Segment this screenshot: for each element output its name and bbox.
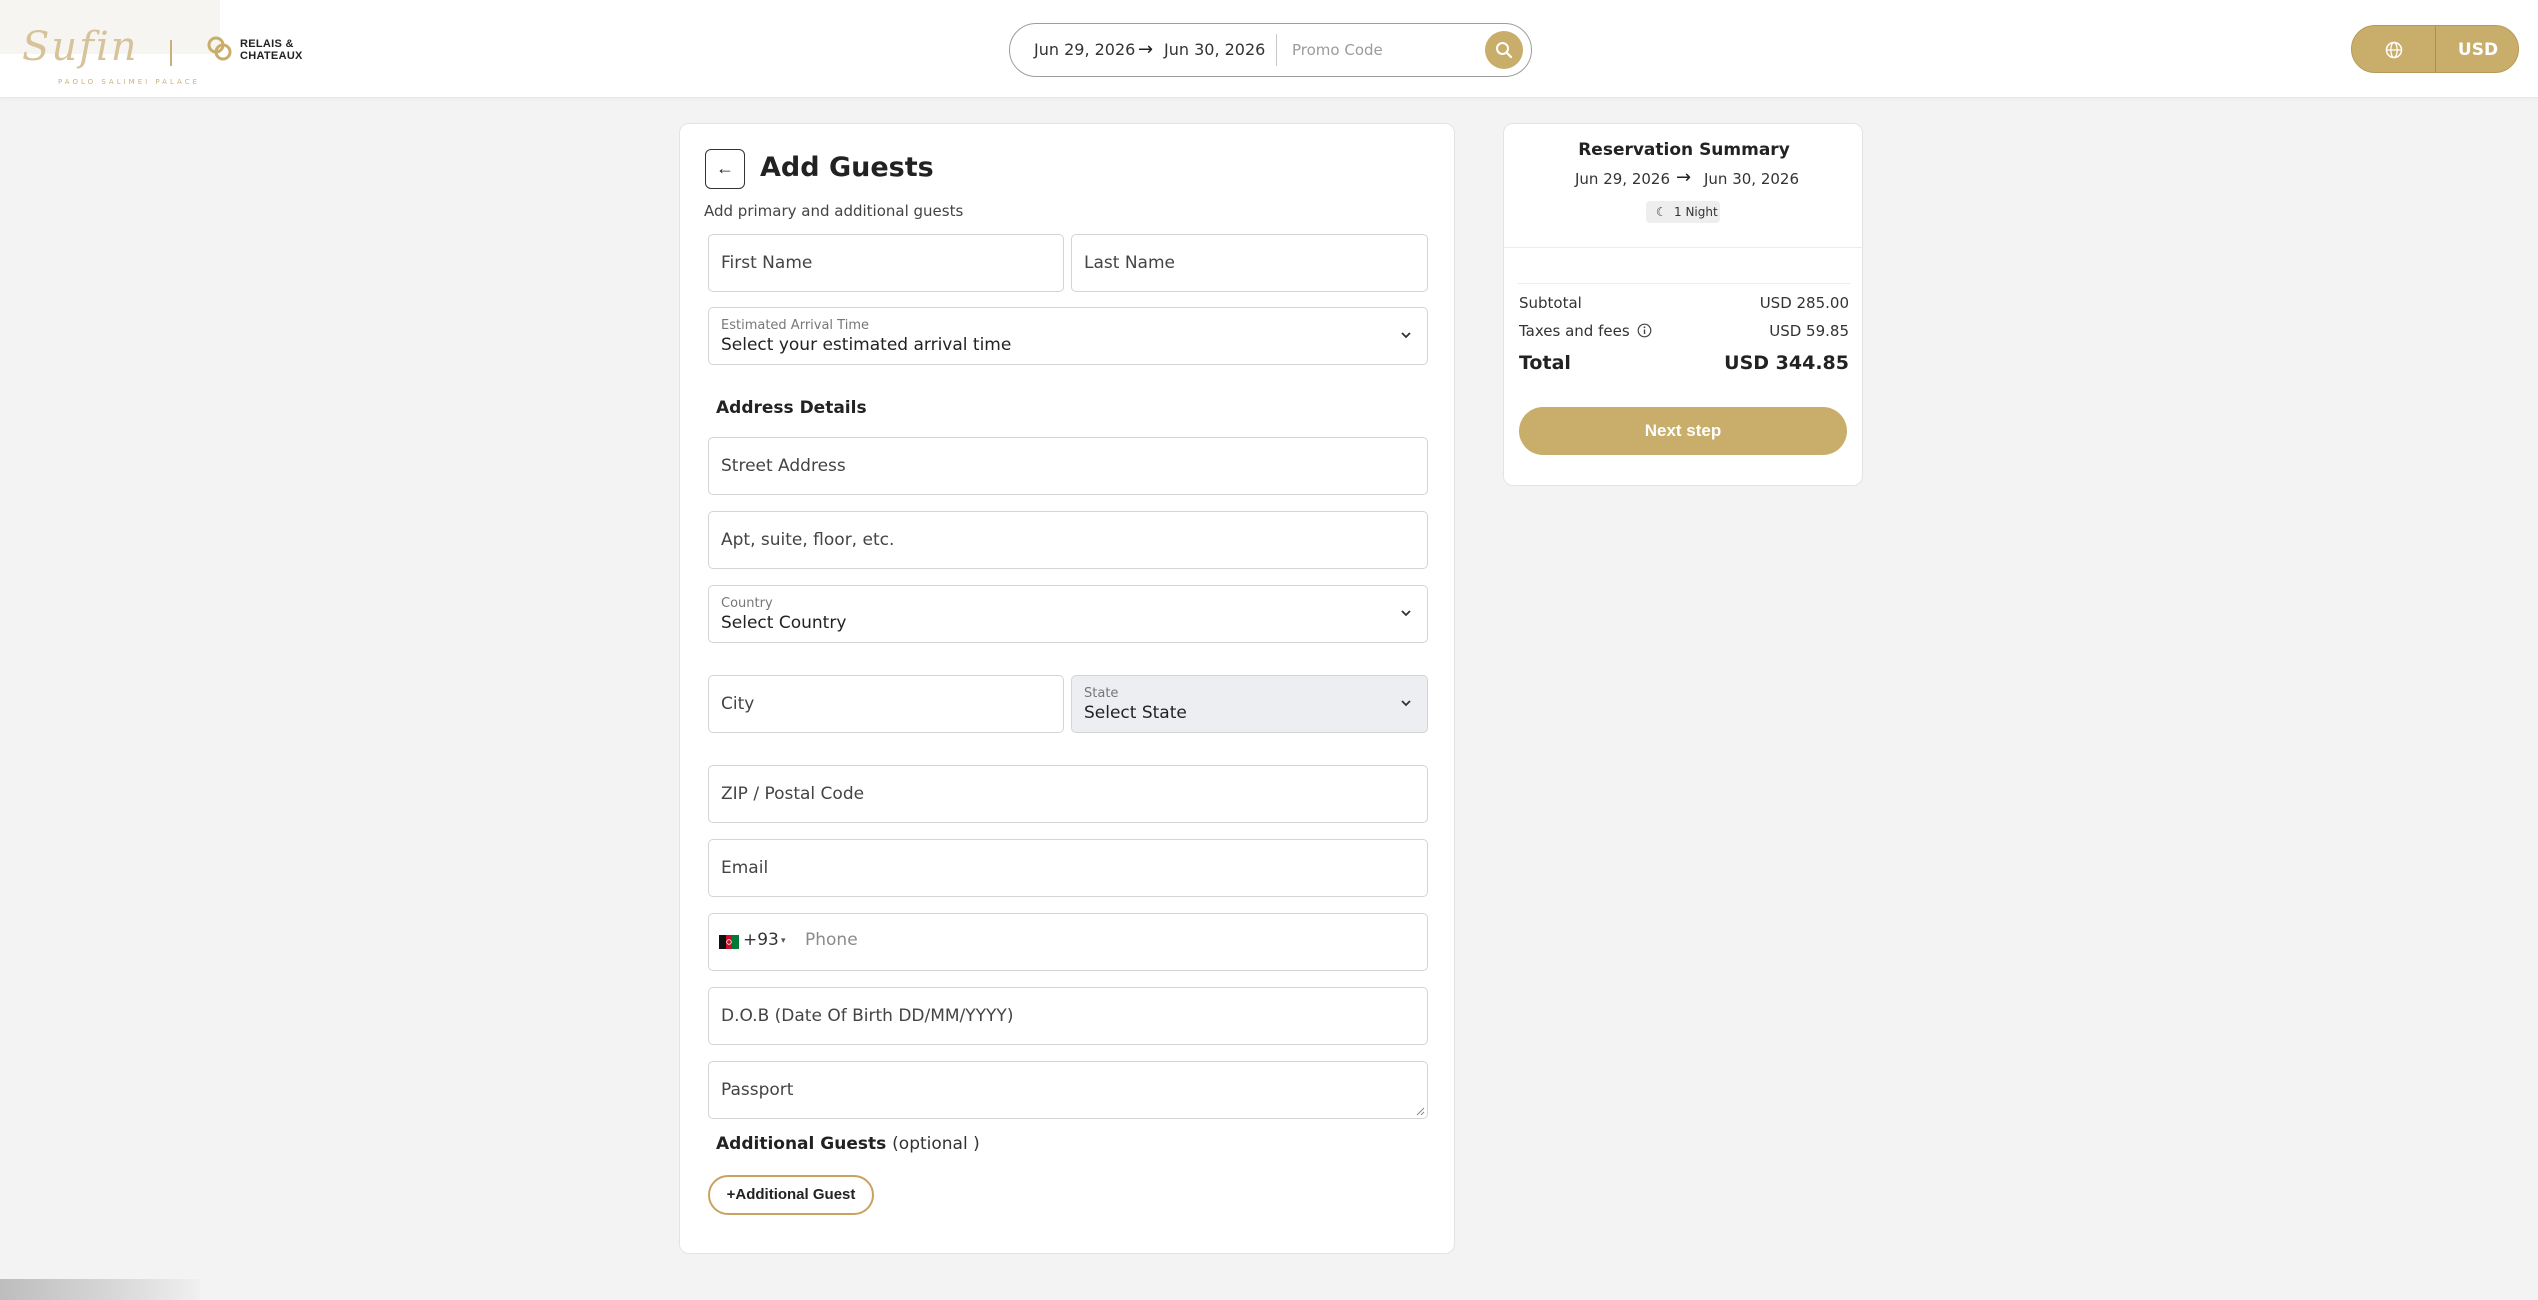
optional-label: (optional ) — [892, 1134, 980, 1154]
country-label: Country — [721, 596, 773, 611]
arrival-time-value: Select your estimated arrival time — [721, 335, 1012, 355]
search-divider — [1276, 34, 1277, 66]
arrival-time-label: Estimated Arrival Time — [721, 318, 869, 333]
phone-field[interactable]: +93 ▾ Phone — [708, 913, 1428, 971]
last-name-field[interactable]: Last Name — [1071, 234, 1428, 292]
summary-divider — [1518, 283, 1850, 284]
city-field[interactable]: City — [708, 675, 1064, 733]
language-button[interactable] — [2352, 26, 2436, 72]
street-address-placeholder: Street Address — [721, 456, 846, 476]
additional-guests-title: Additional Guests — [716, 1134, 887, 1154]
bottom-scroll-shadow — [0, 1279, 200, 1300]
moon-icon: ☾ — [1656, 205, 1667, 219]
resize-handle-icon[interactable] — [1415, 1106, 1425, 1116]
chevron-down-icon — [1401, 332, 1411, 339]
date-search-bar[interactable]: Jun 29, 2026 → Jun 30, 2026 — [1009, 23, 1532, 77]
flag-afghanistan-icon[interactable] — [719, 935, 739, 949]
state-value: Select State — [1084, 703, 1187, 723]
promo-code-input[interactable] — [1292, 34, 1482, 66]
nights-badge: ☾ 1 Night — [1646, 201, 1720, 223]
checkout-date[interactable]: Jun 30, 2026 — [1164, 40, 1265, 59]
relais-chateaux-icon — [207, 36, 232, 61]
currency-button[interactable]: USD — [2436, 26, 2518, 72]
page-subtitle: Add primary and additional guests — [704, 202, 964, 220]
subtotal-label: Subtotal — [1519, 294, 1582, 312]
hotel-logo[interactable]: Sufin PAOLO SALIMEI PALACE RELAIS & CHATE… — [0, 0, 320, 98]
dob-field[interactable]: D.O.B (Date Of Birth DD/MM/YYYY) — [708, 987, 1428, 1045]
summary-arrow-icon: → — [1676, 167, 1692, 188]
add-additional-guest-button[interactable]: +Additional Guest — [708, 1175, 874, 1215]
first-name-placeholder: First Name — [721, 253, 813, 273]
phone-country-code[interactable]: +93 — [743, 930, 779, 950]
chevron-down-icon — [1401, 700, 1411, 707]
address-details-heading: Address Details — [716, 398, 867, 418]
back-arrow-icon: ← — [716, 158, 734, 178]
email-field[interactable]: Email — [708, 839, 1428, 897]
zip-code-field[interactable]: ZIP / Postal Code — [708, 765, 1428, 823]
passport-placeholder: Passport — [721, 1080, 794, 1100]
arrival-time-select[interactable]: Estimated Arrival Time Select your estim… — [708, 307, 1428, 365]
globe-icon — [2385, 41, 2403, 59]
date-arrow-icon: → — [1138, 39, 1154, 60]
state-select[interactable]: State Select State — [1071, 675, 1428, 733]
next-step-button[interactable]: Next step — [1519, 407, 1847, 455]
checkin-date[interactable]: Jun 29, 2026 — [1034, 40, 1135, 59]
nights-count: 1 Night — [1674, 205, 1718, 219]
relais-chateaux-text: RELAIS & CHATEAUX — [240, 38, 303, 62]
summary-title: Reservation Summary — [1578, 140, 1790, 160]
zip-code-placeholder: ZIP / Postal Code — [721, 784, 865, 804]
apt-suite-placeholder: Apt, suite, floor, etc. — [721, 530, 895, 550]
top-header: Sufin PAOLO SALIMEI PALACE RELAIS & CHATE… — [0, 0, 2538, 98]
language-currency-toggle: USD — [2351, 25, 2519, 73]
chevron-down-icon — [1401, 610, 1411, 617]
taxes-label: Taxes and fees — [1519, 322, 1630, 340]
passport-field[interactable]: Passport — [708, 1061, 1428, 1119]
taxes-label-wrap: Taxes and fees — [1519, 322, 1652, 340]
apt-suite-field[interactable]: Apt, suite, floor, etc. — [708, 511, 1428, 569]
state-label: State — [1084, 686, 1119, 701]
additional-guests-heading: Additional Guests (optional ) — [716, 1134, 980, 1154]
country-value: Select Country — [721, 613, 847, 633]
city-placeholder: City — [721, 694, 755, 714]
logo-divider — [170, 40, 172, 66]
summary-divider — [1504, 247, 1864, 248]
page-title: Add Guests — [760, 152, 934, 183]
total-value: USD 344.85 — [1724, 352, 1849, 374]
country-select[interactable]: Country Select Country — [708, 585, 1428, 643]
street-address-field[interactable]: Street Address — [708, 437, 1428, 495]
guest-form-card: ← Add Guests Add primary and additional … — [679, 123, 1455, 1254]
back-button[interactable]: ← — [705, 149, 745, 189]
total-label: Total — [1519, 352, 1571, 374]
taxes-value: USD 59.85 — [1769, 322, 1849, 340]
logo-subtitle: PAOLO SALIMEI PALACE — [58, 78, 201, 86]
info-icon[interactable] — [1637, 323, 1652, 338]
reservation-summary-card: Reservation Summary Jun 29, 2026 → Jun 3… — [1503, 123, 1864, 486]
caret-down-icon[interactable]: ▾ — [781, 936, 786, 946]
last-name-placeholder: Last Name — [1084, 253, 1175, 273]
logo-script-text: Sufin — [22, 24, 139, 70]
dob-placeholder: D.O.B (Date Of Birth DD/MM/YYYY) — [721, 1006, 1014, 1026]
search-button[interactable] — [1485, 31, 1523, 69]
email-placeholder: Email — [721, 858, 769, 878]
summary-checkout-date: Jun 30, 2026 — [1704, 170, 1800, 188]
search-icon — [1496, 42, 1513, 59]
first-name-field[interactable]: First Name — [708, 234, 1064, 292]
summary-checkin-date: Jun 29, 2026 — [1575, 170, 1671, 188]
subtotal-value: USD 285.00 — [1759, 294, 1849, 312]
phone-placeholder: Phone — [805, 930, 858, 950]
